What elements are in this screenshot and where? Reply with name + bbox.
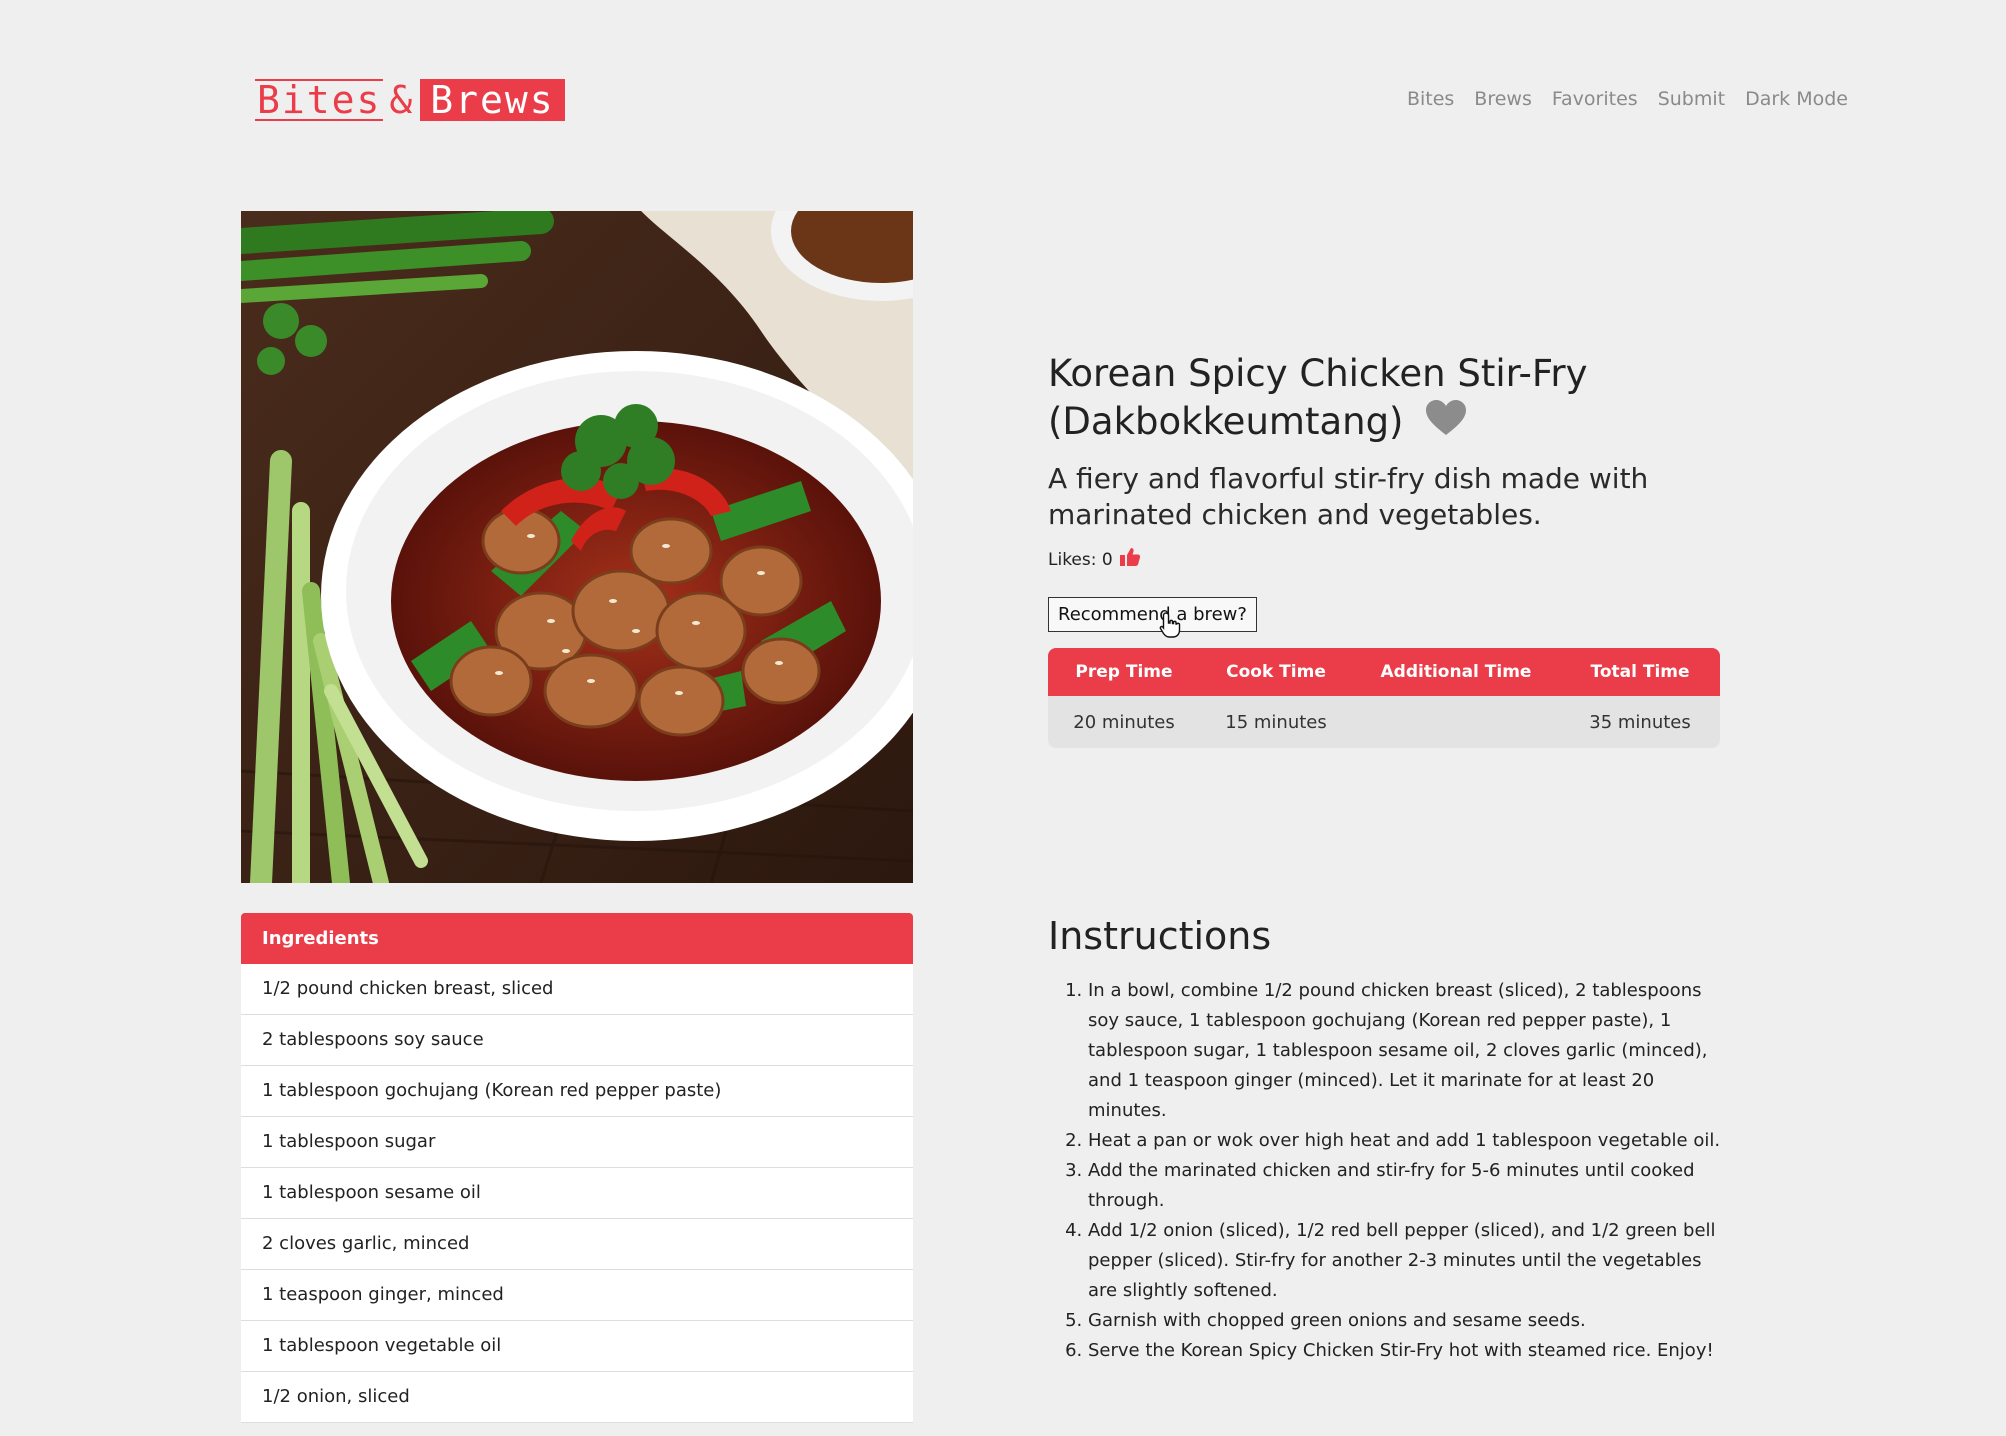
ingredients-list: 1/2 pound chicken breast, sliced 2 table…	[241, 964, 913, 1423]
time-table-row: 20 minutes 15 minutes 35 minutes	[1048, 696, 1720, 748]
ingredients-heading: Ingredients	[241, 913, 913, 964]
nav-link-brews[interactable]: Brews	[1474, 88, 1532, 110]
ingredient-item: 1 tablespoon vegetable oil	[241, 1321, 913, 1372]
likes-label: Likes: 0	[1048, 549, 1113, 570]
ingredient-item: 1 tablespoon sugar	[241, 1117, 913, 1168]
total-time-value: 35 minutes	[1589, 711, 1691, 733]
instructions-heading: Instructions	[1048, 914, 1272, 958]
ingredient-item: 1 tablespoon sesame oil	[241, 1168, 913, 1219]
heart-icon[interactable]	[1425, 399, 1467, 449]
recommend-brew-label: Recommend a brew?	[1058, 603, 1247, 625]
site-logo[interactable]: Bites & Brews	[255, 79, 565, 121]
total-time-header: Total Time	[1590, 662, 1690, 682]
logo-bites: Bites	[255, 78, 384, 122]
logo-ampersand: &	[389, 78, 415, 122]
ingredient-item: 1/2 onion, sliced	[241, 1372, 913, 1423]
cook-time-value: 15 minutes	[1225, 711, 1327, 733]
likes-count: Likes: 0	[1048, 547, 1768, 573]
recipe-description: A fiery and flavorful stir-fry dish made…	[1048, 461, 1649, 531]
instruction-step: Add the marinated chicken and stir-fry f…	[1088, 1156, 1728, 1216]
prep-time-value: 20 minutes	[1073, 711, 1175, 733]
hand-pointer-icon	[1159, 611, 1181, 643]
ingredient-item: 2 tablespoons soy sauce	[241, 1015, 913, 1066]
instruction-step: Heat a pan or wok over high heat and add…	[1088, 1126, 1728, 1156]
nav-link-bites[interactable]: Bites	[1407, 88, 1454, 110]
additional-time-header: Additional Time	[1380, 662, 1532, 682]
recipe-image	[241, 211, 913, 883]
prep-time-header: Prep Time	[1075, 662, 1173, 682]
nav-link-favorites[interactable]: Favorites	[1552, 88, 1638, 110]
main-nav: Bites Brews Favorites Submit Dark Mode	[1407, 88, 1848, 110]
logo-brews: Brews	[420, 79, 565, 121]
recipe-info: Korean Spicy Chicken Stir-Fry (Dakbokkeu…	[1048, 350, 1768, 638]
instructions-list: In a bowl, combine 1/2 pound chicken bre…	[1048, 976, 1728, 1366]
ingredient-item: 1 teaspoon ginger, minced	[241, 1270, 913, 1321]
instruction-step: Add 1/2 onion (sliced), 1/2 red bell pep…	[1088, 1216, 1728, 1306]
ingredients-card: Ingredients 1/2 pound chicken breast, sl…	[241, 913, 913, 1423]
instructions-section: Instructions In a bowl, combine 1/2 poun…	[1048, 910, 1728, 1366]
ingredient-item: 2 cloves garlic, minced	[241, 1219, 913, 1270]
instruction-step: Garnish with chopped green onions and se…	[1088, 1306, 1728, 1336]
instruction-step: Serve the Korean Spicy Chicken Stir-Fry …	[1088, 1336, 1728, 1366]
time-table: Prep Time Cook Time Additional Time Tota…	[1048, 648, 1720, 748]
cook-time-header: Cook Time	[1226, 662, 1326, 682]
ingredient-item: 1/2 pound chicken breast, sliced	[241, 964, 913, 1015]
instruction-step: In a bowl, combine 1/2 pound chicken bre…	[1088, 976, 1728, 1126]
nav-link-dark-mode[interactable]: Dark Mode	[1745, 88, 1848, 110]
recommend-brew-button[interactable]: Recommend a brew?	[1048, 596, 1257, 638]
recipe-title: Korean Spicy Chicken Stir-Fry (Dakbokkeu…	[1048, 350, 1768, 449]
time-table-header: Prep Time Cook Time Additional Time Tota…	[1048, 648, 1720, 696]
recipe-title-text: Korean Spicy Chicken Stir-Fry (Dakbokkeu…	[1048, 352, 1588, 443]
ingredient-item: 1 tablespoon gochujang (Korean red peppe…	[241, 1066, 913, 1117]
nav-link-submit[interactable]: Submit	[1658, 88, 1725, 110]
thumbs-up-icon[interactable]	[1119, 547, 1141, 572]
